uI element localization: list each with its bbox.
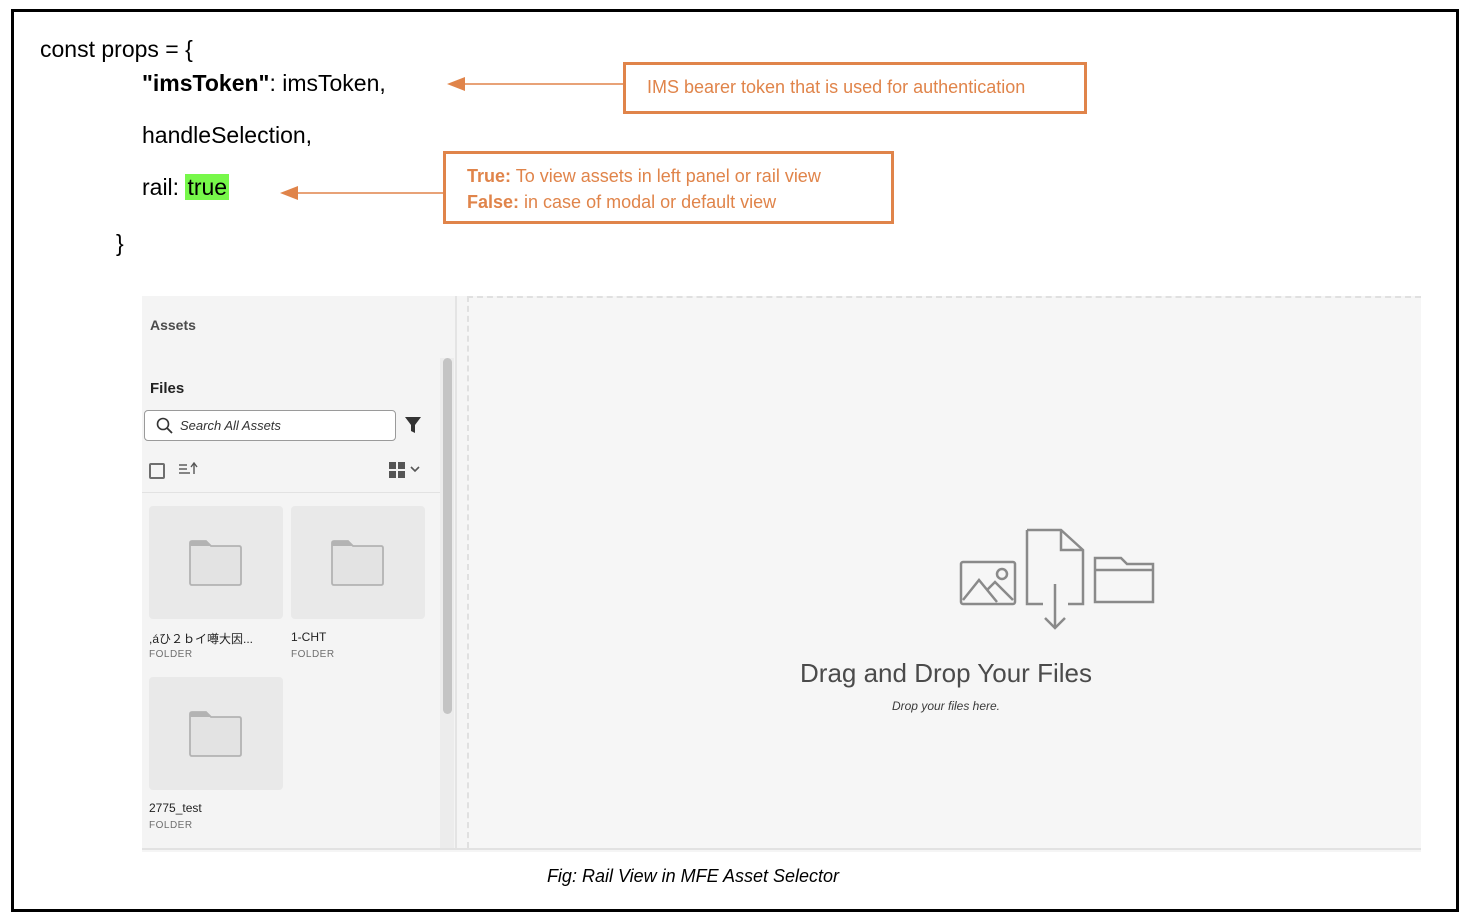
code-line-handleselection: handleSelection,	[142, 122, 313, 148]
code-line-imstoken: "imsToken": imsToken,	[142, 70, 386, 96]
drop-zone[interactable]: Drag and Drop Your Files Drop your files…	[467, 296, 1421, 848]
folder-type: FOLDER	[149, 820, 193, 831]
folder-name: 1-CHT	[291, 630, 327, 644]
rail-panel: Assets Files Search All Assets ,áひ２ｂイ噂大因…	[142, 296, 456, 848]
image-icon	[959, 560, 1017, 606]
arrow-rail	[280, 186, 448, 200]
callout-rail-options: True: To view assets in left panel or ra…	[443, 151, 894, 224]
folder-type: FOLDER	[291, 649, 335, 660]
folder-name: 2775_test	[149, 801, 202, 815]
callout-imstoken: IMS bearer token that is used for authen…	[623, 62, 1087, 114]
folder-icon	[189, 711, 242, 757]
rail-divider	[455, 296, 457, 848]
asset-selector-screenshot: Assets Files Search All Assets ,áひ２ｂイ噂大因…	[142, 296, 1421, 852]
code-line-1: const props = {	[40, 36, 193, 62]
files-title: Files	[150, 380, 185, 397]
screenshot-bottom-border	[142, 848, 1421, 850]
search-icon	[156, 417, 173, 434]
highlight-true: true	[185, 174, 230, 200]
folder-icon	[189, 540, 242, 586]
folder-icon	[331, 540, 384, 586]
folder-name: ,áひ２ｂイ噂大因...	[149, 632, 254, 646]
code-key-imstoken: "imsToken"	[142, 70, 270, 96]
folder-tile[interactable]	[149, 506, 283, 619]
search-input[interactable]: Search All Assets	[144, 410, 396, 441]
code-line-rail: rail: true	[142, 174, 230, 200]
folder-tile[interactable]	[291, 506, 425, 619]
select-all-checkbox[interactable]	[149, 463, 165, 479]
figure-caption: Fig: Rail View in MFE Asset Selector	[546, 866, 840, 886]
filter-icon[interactable]	[404, 416, 422, 434]
drag-drop-illustration	[959, 528, 1155, 630]
grid-view-icon[interactable]	[389, 461, 423, 479]
code-line-close: }	[116, 230, 124, 256]
rail-title: Assets	[150, 317, 196, 333]
sort-icon[interactable]	[179, 462, 199, 476]
folder-outline-icon	[1093, 556, 1155, 604]
search-placeholder: Search All Assets	[180, 418, 281, 433]
drop-zone-title: Drag and Drop Your Files	[800, 658, 1092, 688]
folder-type: FOLDER	[149, 649, 193, 660]
file-download-icon	[1025, 528, 1085, 630]
drop-zone-subtitle: Drop your files here.	[891, 699, 1001, 713]
scrollbar[interactable]	[443, 358, 452, 714]
arrow-imstoken	[447, 77, 627, 91]
folder-tile[interactable]	[149, 677, 283, 790]
toolbar-divider	[142, 492, 440, 493]
